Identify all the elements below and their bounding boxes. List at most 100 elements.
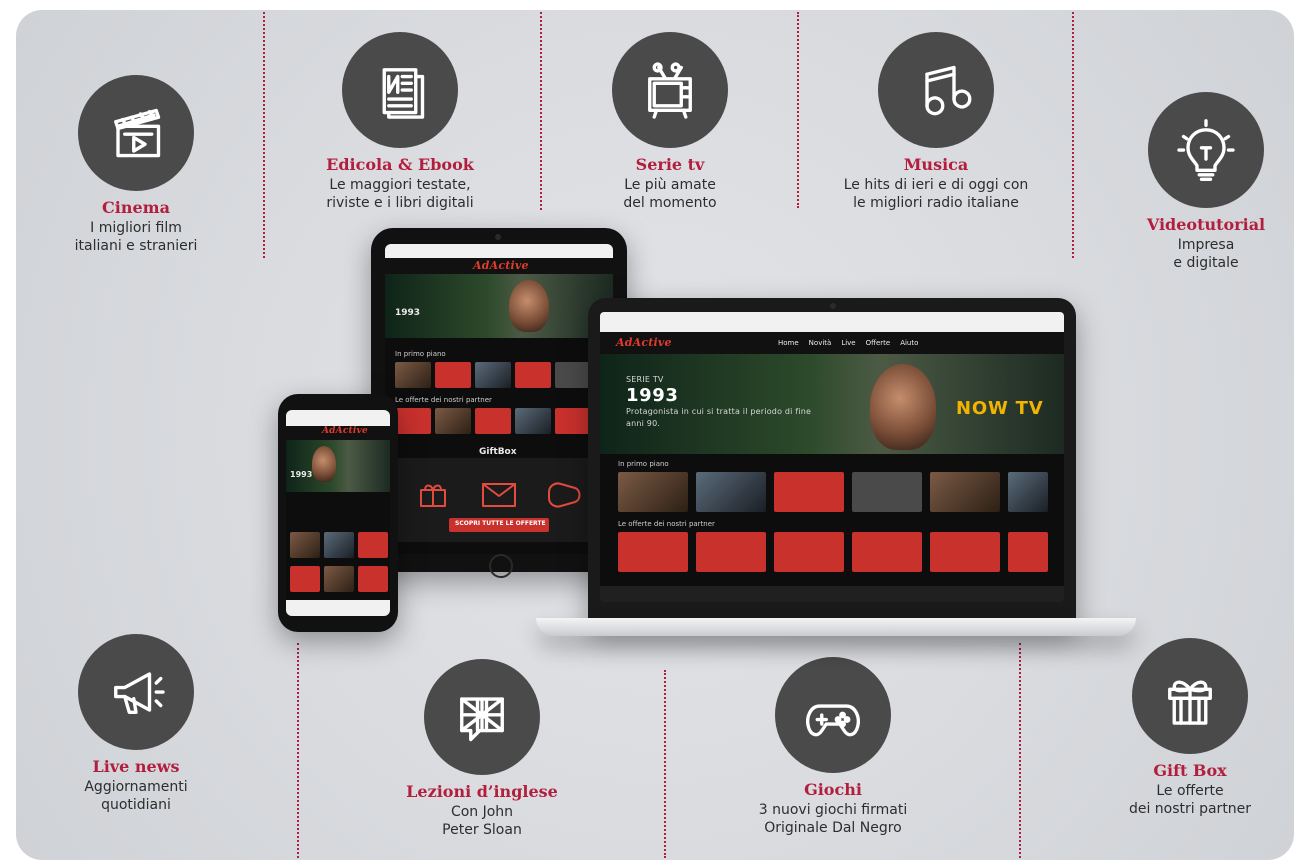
newspaper-icon [342,32,458,148]
phone-tile [358,532,388,558]
laptop-nav: Home Novità Live Offerte Aiuto [778,339,918,347]
laptop-nowtv-logo: NOW TV [956,398,1044,419]
tablet-tile [555,408,591,434]
divider-top-2 [540,12,542,210]
clapperboard-icon-svg [114,108,161,158]
gamepad-icon [775,657,891,773]
laptop-nav-item[interactable]: Live [841,339,855,347]
tv-icon [612,32,728,148]
feature-title: Gift Box [1153,761,1227,780]
divider-bottom-2 [664,670,666,858]
phone-logo: AdActive [322,426,368,436]
feature-desc-line-1: Le offerte [1156,783,1224,799]
phone-tile [358,566,388,592]
tv-icon-svg [648,62,692,119]
uk-flag-bubble-icon-svg [460,697,504,742]
feature-desc-line-2: dei nostri partner [1128,801,1252,817]
feature-title: Giochi [804,780,862,799]
tablet-browser-bar [385,244,613,258]
feature-edicola: Edicola & Ebook Le maggiori testate, riv… [280,32,520,212]
divider-top-1 [263,12,265,258]
clapperboard-icon [78,75,194,191]
laptop-nav-item[interactable]: Offerte [866,339,891,347]
phone-tile [324,532,354,558]
lightbulb-icon-svg [1177,119,1235,181]
laptop-nav-item[interactable]: Home [778,339,799,347]
tablet-hero-title: 1993 [395,308,421,318]
divider-bottom-1 [297,643,299,858]
music-note-icon [878,32,994,148]
divider-bottom-3 [1019,643,1021,858]
feature-desc-line-1: Con John [450,804,514,820]
tablet-home-button [489,554,513,578]
tablet-logo: AdActive [473,259,529,272]
phone-hero-title: 1993 [290,470,313,479]
feature-gift-box: Gift Box Le offerte dei nostri partner [1070,638,1294,818]
laptop-taskbar [600,586,1064,602]
tablet-site-header: AdActive [385,258,613,274]
laptop-tile [1008,532,1048,572]
uk-flag-bubble-icon [424,659,540,775]
laptop-tile [774,472,844,512]
laptop-hero-subtitle: Protagonista in cui si tratta il periodo… [626,407,812,428]
tablet-giftbox-button-label: SCOPRI TUTTE LE OFFERTE [455,520,546,527]
tablet-hero-face [509,280,549,332]
tablet-hero: 1993 [385,274,613,338]
phone-hero-face [312,446,336,482]
laptop-nav-item[interactable]: Aiuto [900,339,918,347]
feature-desc-line-2: quotidiani [101,797,171,813]
laptop-site-header: AdActive Home Novità Live Offerte Aiuto [600,332,1064,354]
tablet-giftbox-title: GiftBox [479,447,517,457]
laptop-browser-bar [600,312,1064,332]
tablet-screen: AdActive 1993 In primo piano Le offerte … [385,244,613,554]
laptop-tile [696,532,766,572]
tablet-tile [475,362,511,388]
tablet-tile [435,362,471,388]
feature-videotutorial: Videotutorial Impresa e digitale [1086,92,1294,272]
laptop-tile [1008,472,1048,512]
laptop-tile [852,472,922,512]
megaphone-icon-svg [114,672,165,714]
laptop-row2-label: Le offerte dei nostri partner [618,520,715,528]
gift-icon-svg [1168,680,1212,725]
feature-title: Serie tv [635,155,705,174]
tablet-tile [475,408,511,434]
feature-desc-line-1: I migliori film [90,220,182,236]
feature-desc-line-2: riviste e i libri digitali [326,195,474,211]
music-note-icon-svg [925,65,972,116]
laptop-screen: AdActive Home Novità Live Offerte Aiuto … [600,312,1064,602]
feature-title: Videotutorial [1146,215,1266,234]
phone-tile [290,532,320,558]
laptop-row1-label: In primo piano [618,460,669,468]
laptop-logo: AdActive [616,336,672,349]
tablet-tile [555,362,591,388]
laptop-tile [852,532,922,572]
gift-icon [1132,638,1248,754]
tablet-camera [495,234,501,240]
feature-desc-line-2: italiani e stranieri [74,238,198,254]
tablet-tile [395,362,431,388]
feature-desc-line-1: Le hits di ieri e di oggi con [843,177,1029,193]
phone-tile [290,566,320,592]
features-panel: Cinema I migliori film italiani e strani… [16,10,1294,860]
megaphone-icon [78,634,194,750]
tablet-row1-label: In primo piano [395,350,446,358]
tablet-giftbox-button[interactable]: SCOPRI TUTTE LE OFFERTE [449,518,549,532]
laptop-base [536,618,1136,636]
feature-desc-line-1: 3 nuovi giochi firmati [758,802,908,818]
tablet-tile [435,408,471,434]
laptop-hero-title: 1993 [626,385,679,406]
feature-serie-tv: Serie tv Le più amate del momento [550,32,790,212]
feature-desc-line-1: Aggiornamenti [84,779,188,795]
laptop-nav-item[interactable]: Novità [809,339,832,347]
gamepad-icon-svg [806,704,860,737]
feature-live-news: Live news Aggiornamenti quotidiani [16,634,256,814]
newspaper-icon-svg [382,68,425,119]
feature-title: Live news [92,757,180,776]
tablet-giftbox-panel: SCOPRI TUTTE LE OFFERTE [395,458,603,542]
tablet-tile [515,362,551,388]
laptop-hero-face [870,364,936,450]
laptop-tile [774,532,844,572]
feature-title: Musica [903,155,969,174]
feature-title: Edicola & Ebook [326,155,474,174]
